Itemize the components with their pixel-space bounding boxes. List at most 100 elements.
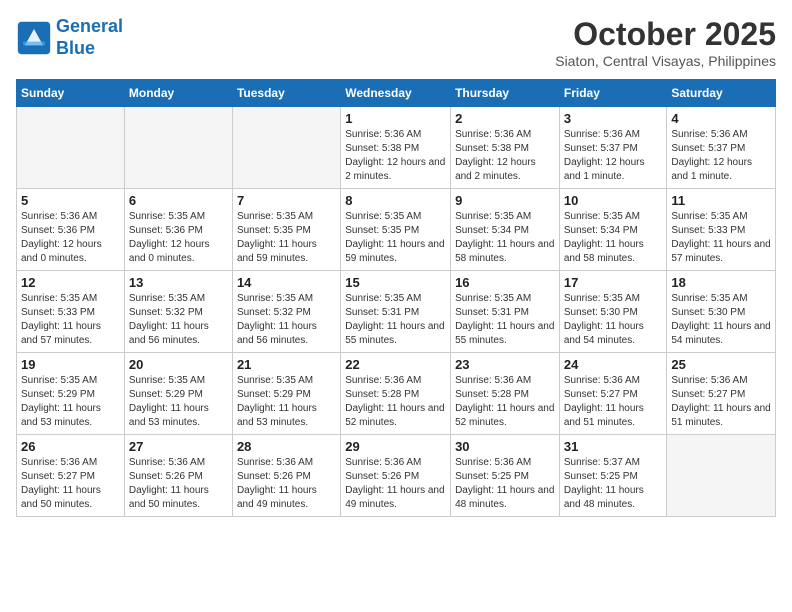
day-cell: 9 Sunrise: 5:35 AMSunset: 5:34 PMDaylight… [451, 189, 560, 271]
title-block: October 2025 Siaton, Central Visayas, Ph… [555, 16, 776, 69]
day-info: Sunrise: 5:36 AMSunset: 5:37 PMDaylight:… [671, 128, 771, 184]
day-number: 26 [21, 439, 120, 454]
day-info: Sunrise: 5:36 AMSunset: 5:27 PMDaylight:… [564, 374, 663, 430]
day-number: 22 [345, 357, 446, 372]
day-cell: 12 Sunrise: 5:35 AMSunset: 5:33 PMDayligh… [17, 271, 125, 353]
week-row-1: 1Sunrise: 5:36 AMSunset: 5:38 PMDaylight… [17, 107, 776, 189]
day-info: Sunrise: 5:36 AMSunset: 5:27 PMDaylight:… [21, 456, 120, 512]
calendar-header: SundayMondayTuesdayWednesdayThursdayFrid… [17, 80, 776, 107]
month-title: October 2025 [555, 16, 776, 53]
week-row-4: 19 Sunrise: 5:35 AMSunset: 5:29 PMDayligh… [17, 353, 776, 435]
day-info: Sunrise: 5:35 AMSunset: 5:30 PMDaylight:… [671, 292, 771, 348]
day-cell [17, 107, 125, 189]
day-cell: 3Sunrise: 5:36 AMSunset: 5:37 PMDaylight… [559, 107, 667, 189]
location: Siaton, Central Visayas, Philippines [555, 53, 776, 69]
day-cell: 6Sunrise: 5:35 AMSunset: 5:36 PMDaylight… [124, 189, 232, 271]
day-info: Sunrise: 5:35 AMSunset: 5:34 PMDaylight:… [455, 210, 555, 266]
calendar-table: SundayMondayTuesdayWednesdayThursdayFrid… [16, 79, 776, 517]
day-info: Sunrise: 5:36 AMSunset: 5:26 PMDaylight:… [345, 456, 446, 512]
day-cell: 24 Sunrise: 5:36 AMSunset: 5:27 PMDayligh… [559, 353, 667, 435]
day-number: 14 [237, 275, 336, 290]
day-cell: 5 Sunrise: 5:36 AMSunset: 5:36 PMDaylight… [17, 189, 125, 271]
day-cell: 27Sunrise: 5:36 AMSunset: 5:26 PMDayligh… [124, 435, 232, 517]
day-info: Sunrise: 5:36 AMSunset: 5:28 PMDaylight:… [455, 374, 555, 430]
day-cell: 1Sunrise: 5:36 AMSunset: 5:38 PMDaylight… [341, 107, 451, 189]
header-friday: Friday [559, 80, 667, 107]
day-info: Sunrise: 5:35 AMSunset: 5:31 PMDaylight:… [455, 292, 555, 348]
day-cell: 18 Sunrise: 5:35 AMSunset: 5:30 PMDayligh… [667, 271, 776, 353]
day-info: Sunrise: 5:36 AMSunset: 5:26 PMDaylight:… [237, 456, 336, 512]
day-number: 2 [455, 111, 555, 126]
day-number: 9 [455, 193, 555, 208]
day-cell: 28Sunrise: 5:36 AMSunset: 5:26 PMDayligh… [232, 435, 340, 517]
day-cell: 29Sunrise: 5:36 AMSunset: 5:26 PMDayligh… [341, 435, 451, 517]
day-number: 20 [129, 357, 228, 372]
day-cell: 13 Sunrise: 5:35 AMSunset: 5:32 PMDayligh… [124, 271, 232, 353]
logo-text: General Blue [56, 16, 123, 59]
day-number: 23 [455, 357, 555, 372]
header-wednesday: Wednesday [341, 80, 451, 107]
logo-blue: Blue [56, 38, 95, 58]
day-info: Sunrise: 5:35 AMSunset: 5:34 PMDaylight:… [564, 210, 663, 266]
day-info: Sunrise: 5:35 AMSunset: 5:35 PMDaylight:… [237, 210, 336, 266]
day-cell: 31Sunrise: 5:37 AMSunset: 5:25 PMDayligh… [559, 435, 667, 517]
day-number: 5 [21, 193, 120, 208]
week-row-2: 5 Sunrise: 5:36 AMSunset: 5:36 PMDaylight… [17, 189, 776, 271]
day-info: Sunrise: 5:35 AMSunset: 5:29 PMDaylight:… [237, 374, 336, 430]
day-cell: 11Sunrise: 5:35 AMSunset: 5:33 PMDayligh… [667, 189, 776, 271]
day-info: Sunrise: 5:35 AMSunset: 5:35 PMDaylight:… [345, 210, 446, 266]
day-number: 8 [345, 193, 446, 208]
day-number: 10 [564, 193, 663, 208]
page-header: General Blue October 2025 Siaton, Centra… [16, 16, 776, 69]
day-cell: 26 Sunrise: 5:36 AMSunset: 5:27 PMDayligh… [17, 435, 125, 517]
day-cell [124, 107, 232, 189]
day-number: 13 [129, 275, 228, 290]
day-info: Sunrise: 5:35 AMSunset: 5:32 PMDaylight:… [237, 292, 336, 348]
day-info: Sunrise: 5:35 AMSunset: 5:32 PMDaylight:… [129, 292, 228, 348]
header-thursday: Thursday [451, 80, 560, 107]
day-number: 19 [21, 357, 120, 372]
week-row-3: 12 Sunrise: 5:35 AMSunset: 5:33 PMDayligh… [17, 271, 776, 353]
day-number: 25 [671, 357, 771, 372]
day-number: 18 [671, 275, 771, 290]
day-info: Sunrise: 5:36 AMSunset: 5:28 PMDaylight:… [345, 374, 446, 430]
day-info: Sunrise: 5:35 AMSunset: 5:29 PMDaylight:… [129, 374, 228, 430]
logo-icon [16, 20, 52, 56]
day-cell [667, 435, 776, 517]
day-cell: 20 Sunrise: 5:35 AMSunset: 5:29 PMDayligh… [124, 353, 232, 435]
day-cell: 17Sunrise: 5:35 AMSunset: 5:30 PMDayligh… [559, 271, 667, 353]
day-info: Sunrise: 5:35 AMSunset: 5:33 PMDaylight:… [21, 292, 120, 348]
day-number: 3 [564, 111, 663, 126]
logo: General Blue [16, 16, 123, 59]
day-number: 24 [564, 357, 663, 372]
day-info: Sunrise: 5:36 AMSunset: 5:38 PMDaylight:… [455, 128, 555, 184]
day-info: Sunrise: 5:35 AMSunset: 5:30 PMDaylight:… [564, 292, 663, 348]
logo-general: General [56, 16, 123, 36]
day-number: 31 [564, 439, 663, 454]
day-info: Sunrise: 5:35 AMSunset: 5:29 PMDaylight:… [21, 374, 120, 430]
day-number: 30 [455, 439, 555, 454]
header-tuesday: Tuesday [232, 80, 340, 107]
day-info: Sunrise: 5:35 AMSunset: 5:31 PMDaylight:… [345, 292, 446, 348]
day-cell [232, 107, 340, 189]
day-number: 6 [129, 193, 228, 208]
day-cell: 30 Sunrise: 5:36 AMSunset: 5:25 PMDayligh… [451, 435, 560, 517]
day-cell: 21Sunrise: 5:35 AMSunset: 5:29 PMDayligh… [232, 353, 340, 435]
day-number: 4 [671, 111, 771, 126]
day-info: Sunrise: 5:36 AMSunset: 5:26 PMDaylight:… [129, 456, 228, 512]
day-info: Sunrise: 5:36 AMSunset: 5:36 PMDaylight:… [21, 210, 120, 266]
day-cell: 19 Sunrise: 5:35 AMSunset: 5:29 PMDayligh… [17, 353, 125, 435]
day-info: Sunrise: 5:36 AMSunset: 5:38 PMDaylight:… [345, 128, 446, 184]
day-number: 12 [21, 275, 120, 290]
day-cell: 14 Sunrise: 5:35 AMSunset: 5:32 PMDayligh… [232, 271, 340, 353]
day-number: 11 [671, 193, 771, 208]
day-cell: 22 Sunrise: 5:36 AMSunset: 5:28 PMDayligh… [341, 353, 451, 435]
header-row: SundayMondayTuesdayWednesdayThursdayFrid… [17, 80, 776, 107]
day-info: Sunrise: 5:36 AMSunset: 5:27 PMDaylight:… [671, 374, 771, 430]
day-cell: 8 Sunrise: 5:35 AMSunset: 5:35 PMDaylight… [341, 189, 451, 271]
header-saturday: Saturday [667, 80, 776, 107]
day-number: 15 [345, 275, 446, 290]
day-info: Sunrise: 5:36 AMSunset: 5:25 PMDaylight:… [455, 456, 555, 512]
day-number: 7 [237, 193, 336, 208]
day-cell: 7 Sunrise: 5:35 AMSunset: 5:35 PMDaylight… [232, 189, 340, 271]
